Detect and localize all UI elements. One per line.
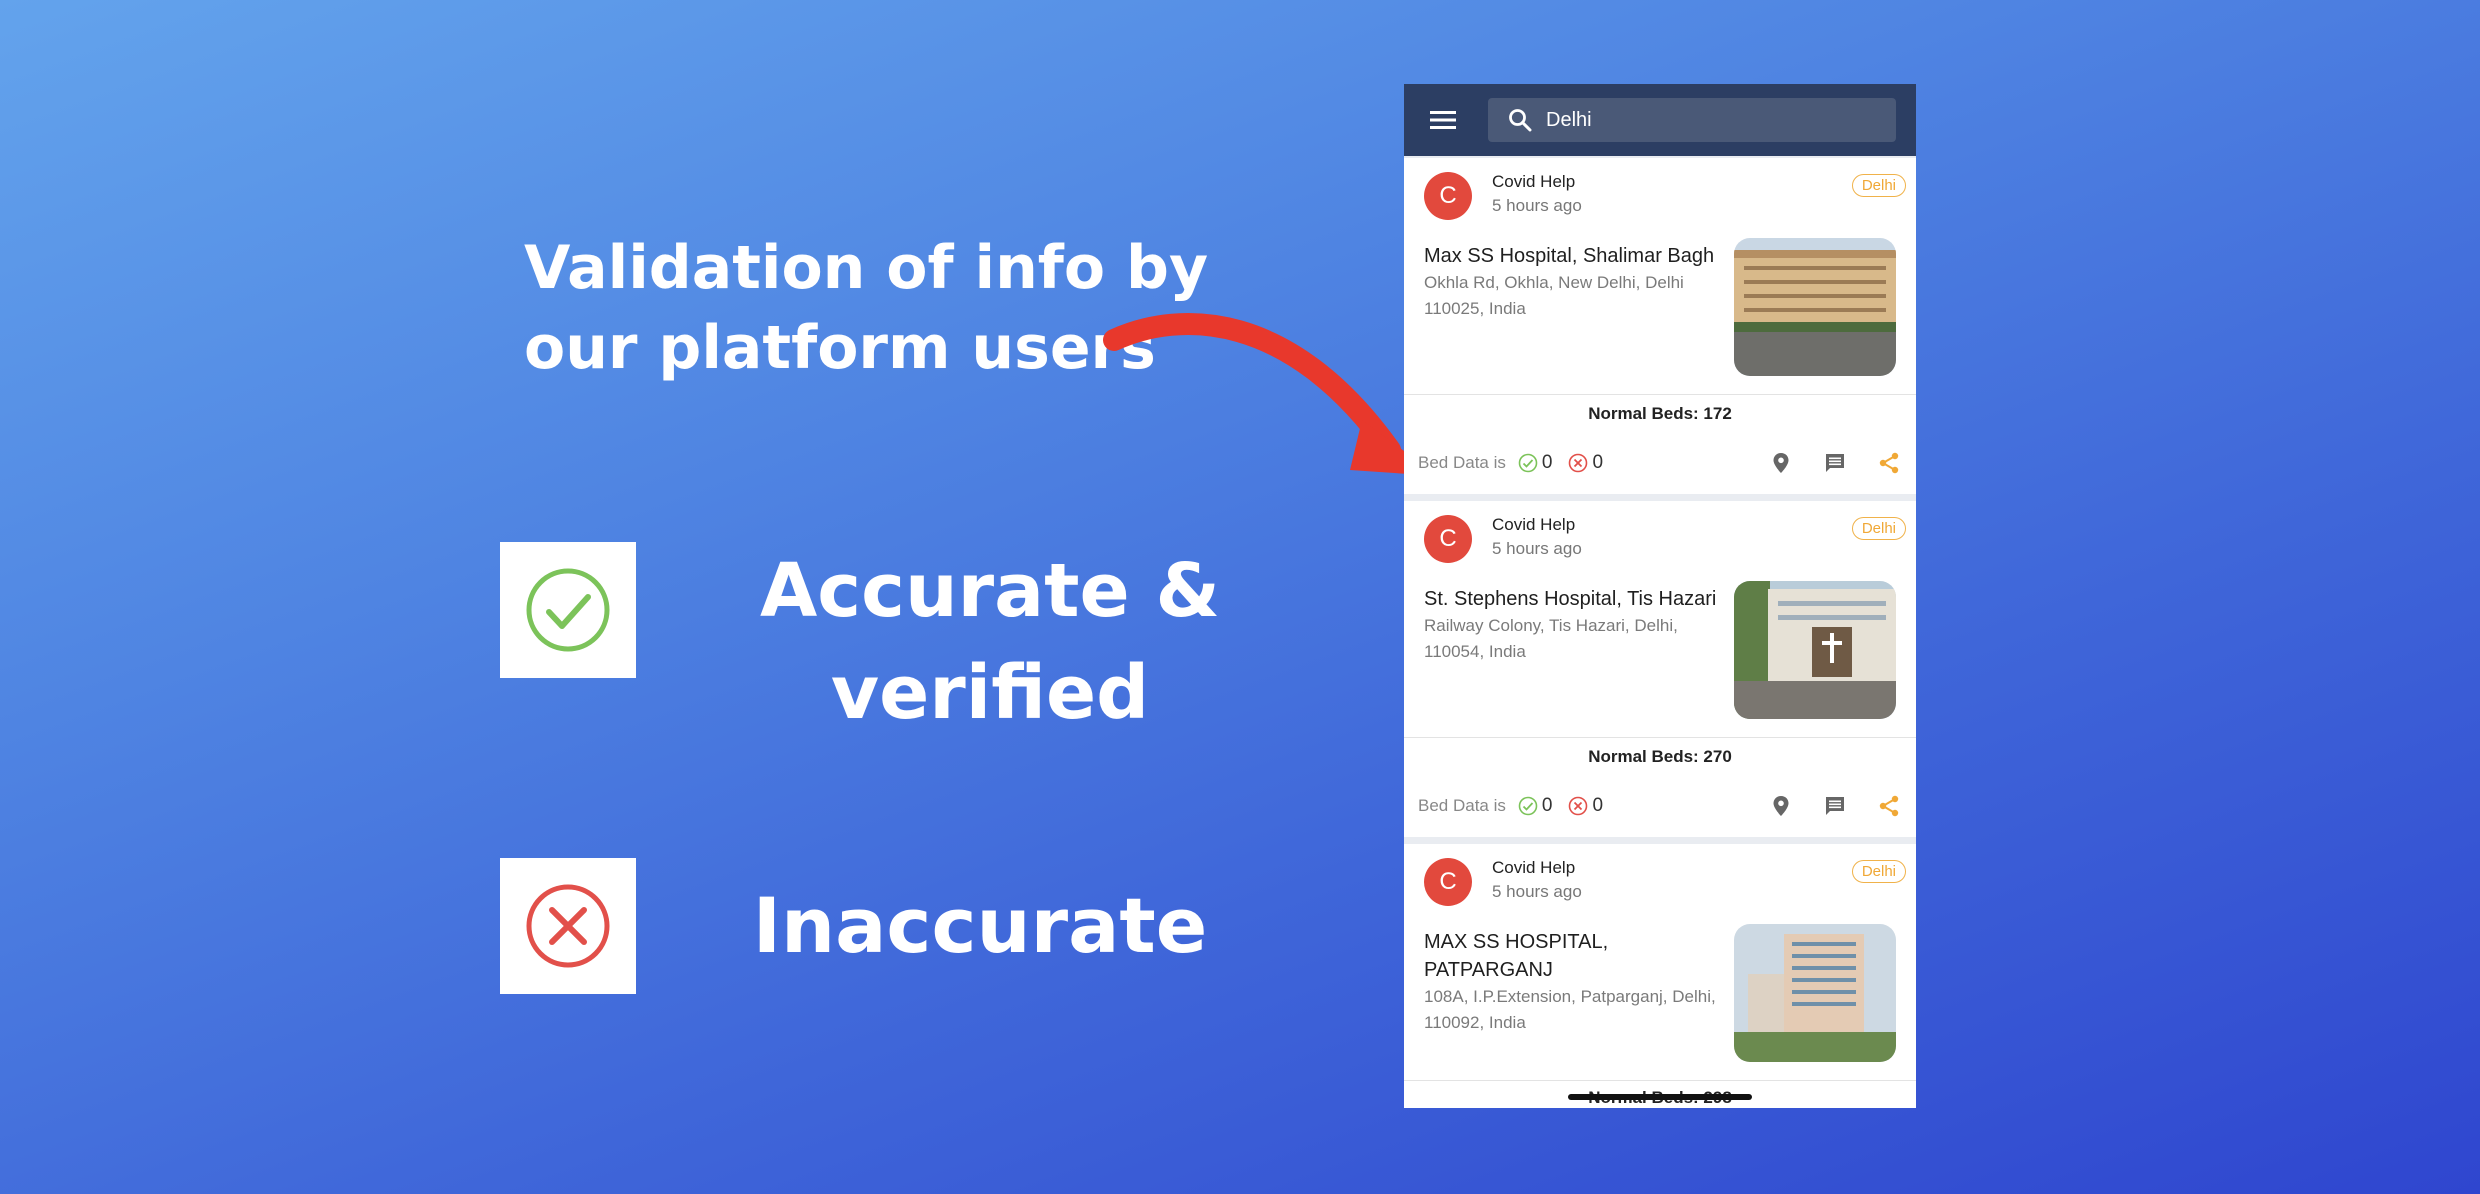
post-author: Covid Help xyxy=(1492,858,1576,877)
comment-button[interactable] xyxy=(1820,448,1850,478)
x-circle-icon xyxy=(1569,796,1588,816)
mark-inaccurate-button[interactable] xyxy=(1568,453,1588,473)
post-time: 5 hours ago xyxy=(1492,196,1582,215)
avatar: C xyxy=(1424,515,1472,563)
hospital-photo xyxy=(1734,581,1896,719)
check-circle-icon xyxy=(526,568,610,652)
search-input[interactable]: Delhi xyxy=(1488,98,1896,142)
post-author: Covid Help xyxy=(1492,172,1576,191)
headline-line-1: Validation of info by xyxy=(524,233,1209,303)
hospital-address: Railway Colony, Tis Hazari, Delhi, 11005… xyxy=(1424,616,1678,661)
accurate-count: 0 xyxy=(1541,795,1553,816)
share-icon xyxy=(1879,795,1899,817)
accurate-legend-label: Accurate & verified xyxy=(760,548,1220,736)
hospital-photo xyxy=(1734,924,1896,1062)
card-divider xyxy=(1404,737,1916,738)
home-indicator[interactable] xyxy=(1568,1094,1752,1100)
hospital-card[interactable]: C Covid Help 5 hours ago Delhi Max SS Ho… xyxy=(1404,158,1916,494)
search-icon xyxy=(1509,109,1532,132)
location-button[interactable] xyxy=(1766,448,1796,478)
mark-inaccurate-button[interactable] xyxy=(1568,796,1588,816)
menu-button[interactable] xyxy=(1426,103,1460,137)
city-badge[interactable]: Delhi xyxy=(1851,174,1906,197)
inaccurate-count: 0 xyxy=(1592,452,1604,473)
comment-button[interactable] xyxy=(1820,791,1850,821)
location-pin-icon xyxy=(1773,453,1789,473)
card-divider xyxy=(1404,1080,1916,1081)
city-badge[interactable]: Delhi xyxy=(1851,860,1906,883)
avatar: C xyxy=(1424,172,1472,220)
normal-beds: Normal Beds: 270 xyxy=(1588,747,1732,766)
bed-data-label: Bed Data is xyxy=(1418,796,1506,815)
post-time: 5 hours ago xyxy=(1492,539,1582,558)
comment-icon xyxy=(1826,797,1844,815)
share-icon xyxy=(1879,452,1899,474)
hospital-address: Okhla Rd, Okhla, New Delhi, Delhi 110025… xyxy=(1424,273,1684,318)
hospital-card[interactable]: C Covid Help 5 hours ago Delhi MAX SS HO… xyxy=(1404,844,1916,1108)
hamburger-menu-icon xyxy=(1430,111,1456,129)
share-button[interactable] xyxy=(1874,448,1904,478)
inaccurate-legend-label: Inaccurate xyxy=(752,881,1208,970)
hospital-address: 108A, I.P.Extension, Patparganj, Delhi, … xyxy=(1424,987,1716,1032)
hospital-name: St. Stephens Hospital, Tis Hazari xyxy=(1424,588,1717,610)
bed-data-label: Bed Data is xyxy=(1418,453,1506,472)
hospital-name: Max SS Hospital, Shalimar Bagh xyxy=(1424,245,1715,267)
accurate-count: 0 xyxy=(1541,452,1553,473)
x-circle-icon xyxy=(1569,453,1588,473)
city-badge[interactable]: Delhi xyxy=(1851,517,1906,540)
app-screen: Delhi C Covid Help 5 hours ago Delhi Max… xyxy=(1404,84,1916,1108)
location-button[interactable] xyxy=(1766,791,1796,821)
hospital-photo xyxy=(1734,238,1896,376)
bed-data-validation: Bed Data is 0 0 xyxy=(1418,791,1619,821)
mark-accurate-button[interactable] xyxy=(1518,453,1538,473)
inaccurate-legend-box xyxy=(500,858,636,994)
search-value: Delhi xyxy=(1546,108,1592,131)
mark-accurate-button[interactable] xyxy=(1518,796,1538,816)
post-author: Covid Help xyxy=(1492,515,1576,534)
check-circle-icon xyxy=(1518,453,1538,473)
x-circle-icon xyxy=(526,884,610,968)
accurate-legend-box xyxy=(500,542,636,678)
normal-beds: Normal Beds: 172 xyxy=(1588,404,1732,423)
comment-icon xyxy=(1826,454,1844,472)
location-pin-icon xyxy=(1773,796,1789,816)
avatar: C xyxy=(1424,858,1472,906)
app-bar: Delhi xyxy=(1404,84,1916,156)
hospital-card[interactable]: C Covid Help 5 hours ago Delhi St. Steph… xyxy=(1404,501,1916,837)
inaccurate-count: 0 xyxy=(1592,795,1604,816)
check-circle-icon xyxy=(1518,796,1538,816)
bed-data-validation: Bed Data is 0 0 xyxy=(1418,448,1619,478)
card-divider xyxy=(1404,394,1916,395)
post-time: 5 hours ago xyxy=(1492,882,1582,901)
hospital-name: MAX SS HOSPITAL, PATPARGANJ xyxy=(1424,931,1609,981)
share-button[interactable] xyxy=(1874,791,1904,821)
